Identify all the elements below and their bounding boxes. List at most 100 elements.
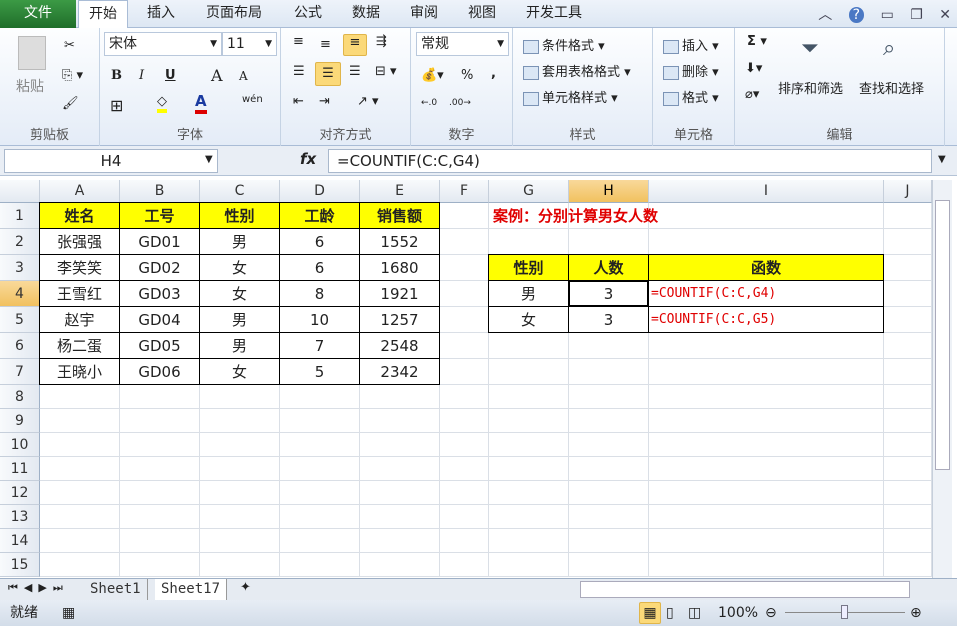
grid-cell[interactable]: [440, 385, 489, 409]
insert-sheet-icon[interactable]: ✦: [240, 580, 251, 595]
grid-cell[interactable]: [40, 409, 120, 433]
table1-cell[interactable]: 女: [199, 280, 280, 307]
table1-cell[interactable]: GD02: [119, 254, 200, 281]
tab-file[interactable]: 文件: [0, 0, 76, 28]
borders-icon[interactable]: ⊞: [110, 96, 123, 115]
column-header-a[interactable]: A: [40, 180, 120, 203]
format-painter-icon[interactable]: 🖌: [62, 96, 79, 111]
grid-cell[interactable]: [440, 281, 489, 307]
grid-cell[interactable]: [440, 433, 489, 457]
table1-cell[interactable]: 王雪红: [39, 280, 120, 307]
grid-cell[interactable]: [120, 481, 200, 505]
row-header-10[interactable]: 10: [0, 433, 40, 457]
grid-cell[interactable]: [569, 529, 649, 553]
grid-cell[interactable]: [360, 481, 440, 505]
comma-button[interactable]: ,: [491, 66, 496, 81]
grid-cell[interactable]: [489, 433, 569, 457]
sort-filter-button[interactable]: 排序和筛选: [778, 78, 843, 97]
number-format-select[interactable]: 常规 ▼: [416, 32, 509, 56]
scroll-thumb[interactable]: [935, 200, 950, 470]
table1-cell[interactable]: 1680: [359, 254, 440, 281]
close-icon[interactable]: ✕: [939, 7, 951, 23]
row-header-12[interactable]: 12: [0, 481, 40, 505]
horizontal-scrollbar[interactable]: [580, 581, 910, 598]
table1-cell[interactable]: GD01: [119, 228, 200, 255]
sheet-tab-sheet1[interactable]: Sheet1: [84, 579, 148, 600]
row-header-13[interactable]: 13: [0, 505, 40, 529]
table1-cell[interactable]: 杨二蛋: [39, 332, 120, 359]
paste-icon[interactable]: [18, 36, 46, 70]
table1-cell[interactable]: 6: [279, 254, 360, 281]
grid-cell[interactable]: [649, 409, 884, 433]
cell-styles-button[interactable]: 单元格样式 ▾: [523, 87, 618, 106]
grid-cell[interactable]: [280, 481, 360, 505]
table1-cell[interactable]: 女: [199, 254, 280, 281]
table1-header-cell[interactable]: 性别: [199, 202, 280, 229]
percent-button[interactable]: %: [461, 68, 473, 83]
grid-cell[interactable]: [280, 433, 360, 457]
grid-cell[interactable]: [120, 457, 200, 481]
page-layout-view-icon[interactable]: ▯: [666, 600, 674, 626]
grid-cell[interactable]: [884, 505, 932, 529]
tab-formulas[interactable]: 公式: [284, 0, 332, 28]
paste-button[interactable]: 粘贴: [16, 76, 44, 96]
column-header-f[interactable]: F: [440, 180, 489, 203]
grid-cell[interactable]: [649, 203, 884, 229]
grid-cell[interactable]: [360, 457, 440, 481]
font-color-icon[interactable]: A: [195, 92, 207, 114]
active-cell-h4[interactable]: 3: [568, 280, 649, 307]
grid-cell[interactable]: [360, 553, 440, 577]
row-header-3[interactable]: 3: [0, 255, 40, 281]
fill-color-icon[interactable]: ◇: [157, 94, 167, 113]
table1-header-cell[interactable]: 工龄: [279, 202, 360, 229]
grid-cell[interactable]: [569, 333, 649, 359]
italic-button[interactable]: I: [139, 68, 144, 83]
tab-developer[interactable]: 开发工具: [516, 0, 592, 28]
cut-icon[interactable]: ✂: [64, 38, 75, 53]
tab-page-layout[interactable]: 页面布局: [196, 0, 272, 28]
grid-cell[interactable]: [489, 385, 569, 409]
grid-cell[interactable]: [489, 333, 569, 359]
grid-cell[interactable]: [569, 481, 649, 505]
table1-cell[interactable]: 男: [199, 228, 280, 255]
fill-icon[interactable]: ⬇▾: [745, 61, 762, 76]
grid-cell[interactable]: [440, 203, 489, 229]
grid-cell[interactable]: [440, 359, 489, 385]
column-header-g[interactable]: G: [489, 180, 569, 203]
restore-icon[interactable]: ❐: [910, 7, 923, 23]
grid-cell[interactable]: [649, 385, 884, 409]
copy-icon[interactable]: ⎘ ▾: [62, 68, 83, 83]
grid-cell[interactable]: [200, 409, 280, 433]
table1-cell[interactable]: 5: [279, 358, 360, 385]
formula-input[interactable]: =COUNTIF(C:C,G4): [328, 149, 932, 173]
grid-cell[interactable]: [120, 409, 200, 433]
grid-cell[interactable]: [884, 281, 932, 307]
font-name-select[interactable]: 宋体 ▼: [104, 32, 222, 56]
grid-cell[interactable]: [489, 529, 569, 553]
grid-cell[interactable]: [489, 481, 569, 505]
grid-cell[interactable]: [280, 385, 360, 409]
decrease-decimal-icon[interactable]: .00→: [449, 98, 471, 108]
grid-cell[interactable]: [440, 307, 489, 333]
row-header-1[interactable]: 1: [0, 203, 40, 229]
macro-record-icon[interactable]: ▦: [62, 600, 75, 626]
grid-cell[interactable]: [884, 333, 932, 359]
grid-cell[interactable]: [489, 553, 569, 577]
align-bottom-icon[interactable]: ≡: [343, 34, 367, 56]
table1-cell[interactable]: 1552: [359, 228, 440, 255]
increase-indent-icon[interactable]: ⇥: [319, 94, 330, 109]
row-header-7[interactable]: 7: [0, 359, 40, 385]
grow-font-button[interactable]: A: [211, 66, 223, 85]
row-header-6[interactable]: 6: [0, 333, 40, 359]
grid-cell[interactable]: [120, 553, 200, 577]
grid-cell[interactable]: [280, 409, 360, 433]
column-header-h[interactable]: H: [569, 180, 649, 203]
zoom-slider-thumb[interactable]: [841, 605, 848, 619]
grid-cell[interactable]: [884, 359, 932, 385]
table2-header-cell[interactable]: 函数: [648, 254, 884, 281]
grid-cell[interactable]: [569, 433, 649, 457]
row-header-15[interactable]: 15: [0, 553, 40, 577]
grid-cell[interactable]: [884, 433, 932, 457]
name-box[interactable]: H4: [4, 149, 218, 173]
shrink-font-button[interactable]: A: [239, 69, 248, 83]
